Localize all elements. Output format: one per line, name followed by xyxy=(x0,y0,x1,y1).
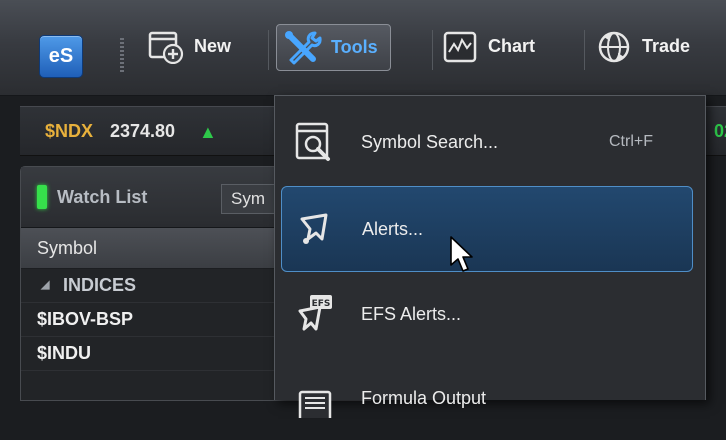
row-label: INDICES xyxy=(63,275,137,295)
new-label: New xyxy=(194,36,232,56)
tools-icon xyxy=(283,28,323,68)
new-window-icon xyxy=(146,27,186,67)
column-header-label: Symbol xyxy=(37,238,98,258)
menu-item-efs-alerts[interactable]: EFS EFS Alerts... xyxy=(281,272,693,356)
menu-item-label: Symbol Search... xyxy=(361,131,499,152)
menu-item-formula-output[interactable]: Formula Output xyxy=(281,356,693,440)
trade-label: Trade xyxy=(642,36,691,56)
trade-globe-icon xyxy=(594,27,634,67)
toolbar-separator xyxy=(268,30,269,70)
tools-label: Tools xyxy=(331,37,378,57)
svg-text:EFS: EFS xyxy=(312,299,331,309)
toolbar-separator xyxy=(584,30,585,70)
esignal-logo-button[interactable]: eS xyxy=(39,35,83,78)
main-toolbar: eS New Tools Chart Trade xyxy=(0,0,726,96)
symbol-search-icon xyxy=(291,118,339,166)
menu-item-label: Alerts... xyxy=(362,218,424,239)
menu-item-label: EFS Alerts... xyxy=(361,303,462,324)
logo-text: eS xyxy=(48,45,74,67)
link-status-led[interactable] xyxy=(37,185,47,209)
chart-icon xyxy=(440,27,480,67)
tools-button[interactable]: Tools xyxy=(276,24,391,71)
up-arrow-icon: ▲ xyxy=(199,122,217,142)
formula-output-icon xyxy=(291,374,339,422)
chart-label: Chart xyxy=(488,36,536,56)
efs-alerts-icon: EFS xyxy=(291,290,339,338)
ticker-symbol[interactable]: $NDX xyxy=(45,121,93,142)
ticker-price: 2374.80 xyxy=(110,121,176,141)
toolbar-separator xyxy=(432,30,433,70)
menu-item-label: Formula Output xyxy=(361,387,487,408)
mouse-pointer-icon xyxy=(450,236,473,272)
ticker-next-value: 02 xyxy=(714,121,726,141)
chart-button[interactable]: Chart xyxy=(440,24,535,69)
menu-item-shortcut: Ctrl+F xyxy=(609,133,653,150)
tools-dropdown-menu: Symbol Search... Ctrl+F Alerts... EFS EF… xyxy=(274,95,706,418)
bell-icon xyxy=(292,205,340,253)
symbol-entry-value: Sym xyxy=(231,189,265,208)
collapse-triangle-icon[interactable]: ◢ xyxy=(41,269,49,302)
row-label: $IBOV-BSP xyxy=(37,309,134,329)
menu-item-symbol-search[interactable]: Symbol Search... Ctrl+F xyxy=(281,100,693,184)
trade-button[interactable]: Trade xyxy=(594,24,690,69)
row-label: $INDU xyxy=(37,343,92,363)
menu-item-alerts[interactable]: Alerts... xyxy=(281,186,693,272)
toolbar-grip[interactable] xyxy=(120,38,124,74)
new-button[interactable]: New xyxy=(146,24,231,69)
watch-list-title: Watch List xyxy=(57,187,148,207)
